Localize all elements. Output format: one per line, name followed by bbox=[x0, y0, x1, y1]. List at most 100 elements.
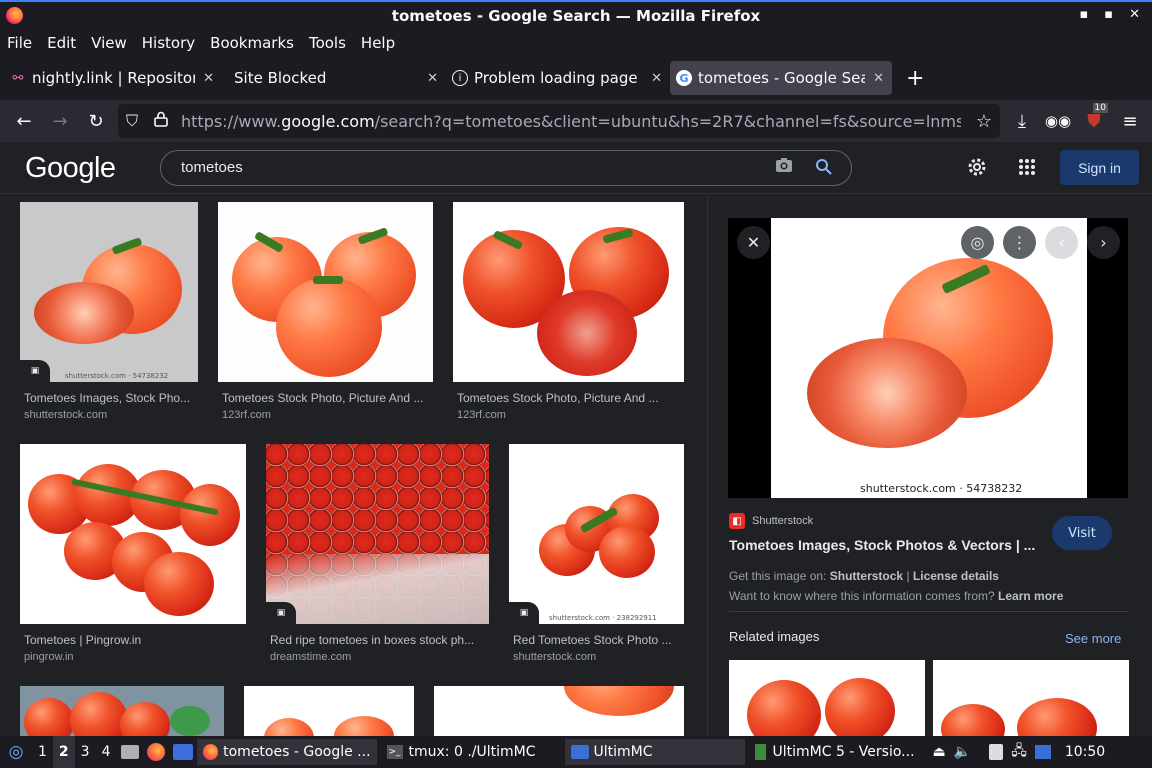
close-tab-icon[interactable]: ✕ bbox=[427, 71, 438, 86]
result-caption-2[interactable]: Tometoes Stock Photo, Picture And ... 123… bbox=[222, 391, 423, 421]
result-image-5[interactable]: ▣ bbox=[266, 444, 489, 624]
extension-mask-button[interactable]: ◉◉ bbox=[1040, 105, 1076, 137]
close-tab-icon[interactable]: ✕ bbox=[651, 71, 662, 86]
tray-clipboard[interactable] bbox=[985, 736, 1007, 768]
sign-in-button[interactable]: Sign in bbox=[1060, 150, 1139, 185]
tray-volume[interactable]: 🔈 bbox=[950, 736, 975, 768]
lens-search-button[interactable]: ◎ bbox=[961, 226, 994, 259]
start-menu-button[interactable]: ◎ bbox=[0, 736, 32, 768]
previous-image-button[interactable]: ‹ bbox=[1045, 226, 1078, 259]
panel-source-name[interactable]: Shutterstock bbox=[752, 515, 813, 527]
maximize-button[interactable]: ▪ bbox=[1104, 7, 1113, 22]
menu-file[interactable]: File bbox=[7, 34, 32, 52]
taskbar-app-ultimmc[interactable]: UltimMC bbox=[564, 739, 745, 765]
result-image-9[interactable] bbox=[434, 686, 684, 736]
tray-bluetooth[interactable] bbox=[1031, 736, 1055, 768]
extension-badge: 10 bbox=[1092, 103, 1108, 113]
menu-tools[interactable]: Tools bbox=[309, 34, 346, 52]
forward-button[interactable]: → bbox=[42, 105, 78, 137]
close-tab-icon[interactable]: ✕ bbox=[203, 71, 214, 86]
firefox-icon bbox=[146, 743, 165, 761]
downloads-button[interactable]: ⤓ bbox=[1004, 105, 1040, 137]
new-tab-button[interactable]: + bbox=[906, 66, 924, 91]
tab-bar: ⚯ nightly.link | Repository ✕ Site Block… bbox=[0, 56, 1152, 100]
bookmark-star-icon[interactable]: ☆ bbox=[976, 111, 992, 132]
search-box[interactable] bbox=[160, 150, 852, 186]
taskbar-app-firefox[interactable]: tometoes - Google ... bbox=[196, 739, 377, 765]
app-menu-button[interactable]: ≡ bbox=[1112, 105, 1148, 137]
search-icon[interactable] bbox=[815, 158, 833, 180]
tab-nightly-link[interactable]: ⚯ nightly.link | Repository ✕ bbox=[4, 61, 222, 95]
menu-help[interactable]: Help bbox=[361, 34, 395, 52]
get-image-line: Get this image on: Shutterstock | Licens… bbox=[729, 569, 999, 583]
result-image-3[interactable] bbox=[453, 202, 684, 382]
tab-site-blocked[interactable]: Site Blocked ✕ bbox=[222, 61, 446, 95]
result-caption-5[interactable]: Red ripe tometoes in boxes stock ph... dr… bbox=[270, 633, 474, 663]
firefox-launcher[interactable] bbox=[143, 736, 169, 768]
back-button[interactable]: ← bbox=[6, 105, 42, 137]
menu-history[interactable]: History bbox=[142, 34, 195, 52]
workspace-1[interactable]: 1 bbox=[32, 736, 53, 768]
shield-icon[interactable]: ⛉ bbox=[126, 111, 138, 131]
shutterstock-favicon: ◧ bbox=[729, 513, 745, 529]
clock: 10:50 bbox=[1064, 744, 1106, 760]
workspace-2[interactable]: 2 bbox=[52, 736, 75, 768]
learn-more-link[interactable]: Learn more bbox=[998, 589, 1063, 603]
clipboard-icon bbox=[989, 744, 1004, 760]
close-preview-button[interactable]: ✕ bbox=[737, 226, 770, 259]
tray-network[interactable]: 🖧 bbox=[1007, 736, 1031, 768]
menu-bar: File Edit View History Bookmarks Tools H… bbox=[0, 30, 1152, 56]
reload-button[interactable]: ↻ bbox=[78, 105, 114, 137]
result-caption-6[interactable]: Red Tometoes Stock Photo ... shutterstock… bbox=[513, 633, 672, 663]
apps-grid-icon[interactable] bbox=[1018, 158, 1036, 180]
search-input[interactable] bbox=[181, 159, 741, 176]
result-image-2[interactable] bbox=[218, 202, 433, 382]
menu-bookmarks[interactable]: Bookmarks bbox=[210, 34, 294, 52]
result-caption-3[interactable]: Tometoes Stock Photo, Picture And ... 123… bbox=[457, 391, 658, 421]
result-image-7[interactable] bbox=[20, 686, 224, 736]
see-more-link[interactable]: See more bbox=[1065, 631, 1121, 646]
result-image-1[interactable]: shutterstock.com · 54738232 ▣ bbox=[20, 202, 198, 382]
minimize-button[interactable]: ▪ bbox=[1079, 7, 1088, 22]
extension-ublock-button[interactable]: ⛊ 10 bbox=[1076, 103, 1112, 137]
settings-gear-icon[interactable] bbox=[966, 156, 988, 182]
result-image-4[interactable] bbox=[20, 444, 246, 624]
more-options-button[interactable]: ⋮ bbox=[1003, 226, 1036, 259]
image-icon: ▣ bbox=[20, 360, 50, 382]
chevron-left-icon: ‹ bbox=[1058, 233, 1065, 252]
close-window-button[interactable]: ✕ bbox=[1129, 7, 1140, 22]
camera-icon[interactable] bbox=[775, 157, 793, 178]
file-manager-launcher[interactable] bbox=[117, 736, 143, 768]
lock-icon[interactable] bbox=[154, 111, 168, 131]
result-image-6[interactable]: shutterstock.com · 238292911 ▣ bbox=[509, 444, 684, 624]
taskbar-app-ultimmc-version[interactable]: UltimMC 5 - Versio... bbox=[749, 739, 921, 765]
tab-google-search[interactable]: G tometoes - Google Sea ✕ bbox=[670, 61, 892, 95]
result-image-8[interactable] bbox=[244, 686, 414, 736]
workspace-3[interactable]: 3 bbox=[75, 736, 96, 768]
get-image-source-link[interactable]: Shutterstock bbox=[830, 569, 903, 583]
close-tab-icon[interactable]: ✕ bbox=[873, 71, 884, 86]
desktop-launcher[interactable] bbox=[169, 736, 197, 768]
menu-edit[interactable]: Edit bbox=[47, 34, 76, 52]
related-image-1[interactable] bbox=[729, 660, 925, 736]
result-caption-1[interactable]: Tometoes Images, Stock Pho... shutterstoc… bbox=[24, 391, 190, 421]
folder-icon bbox=[120, 745, 139, 759]
minecraft-icon bbox=[754, 744, 767, 760]
preview-image[interactable]: shutterstock.com · 54738232 bbox=[771, 218, 1087, 498]
license-details-link[interactable]: License details bbox=[913, 569, 999, 583]
related-image-2[interactable] bbox=[933, 660, 1129, 736]
next-image-button[interactable]: › bbox=[1087, 226, 1120, 259]
google-logo[interactable]: Google bbox=[25, 152, 116, 185]
panel-title[interactable]: Tometoes Images, Stock Photos & Vectors … bbox=[729, 537, 1035, 553]
reload-icon: ↻ bbox=[88, 110, 104, 132]
tray-eject[interactable]: ⏏ bbox=[929, 736, 950, 768]
workspace-4[interactable]: 4 bbox=[96, 736, 117, 768]
taskbar-app-tmux[interactable]: >_ tmux: 0 ./UltimMC bbox=[381, 739, 561, 765]
link-icon: ⚯ bbox=[12, 70, 24, 86]
mask-icon: ◉◉ bbox=[1044, 112, 1072, 130]
menu-view[interactable]: View bbox=[91, 34, 127, 52]
url-bar[interactable]: ⛉ https://www.google.com/search?q=tometo… bbox=[118, 104, 1000, 138]
tab-problem-loading[interactable]: i Problem loading page ✕ bbox=[446, 61, 670, 95]
visit-button[interactable]: Visit bbox=[1052, 516, 1112, 550]
result-caption-4[interactable]: Tometoes | Pingrow.in pingrow.in bbox=[24, 633, 141, 663]
